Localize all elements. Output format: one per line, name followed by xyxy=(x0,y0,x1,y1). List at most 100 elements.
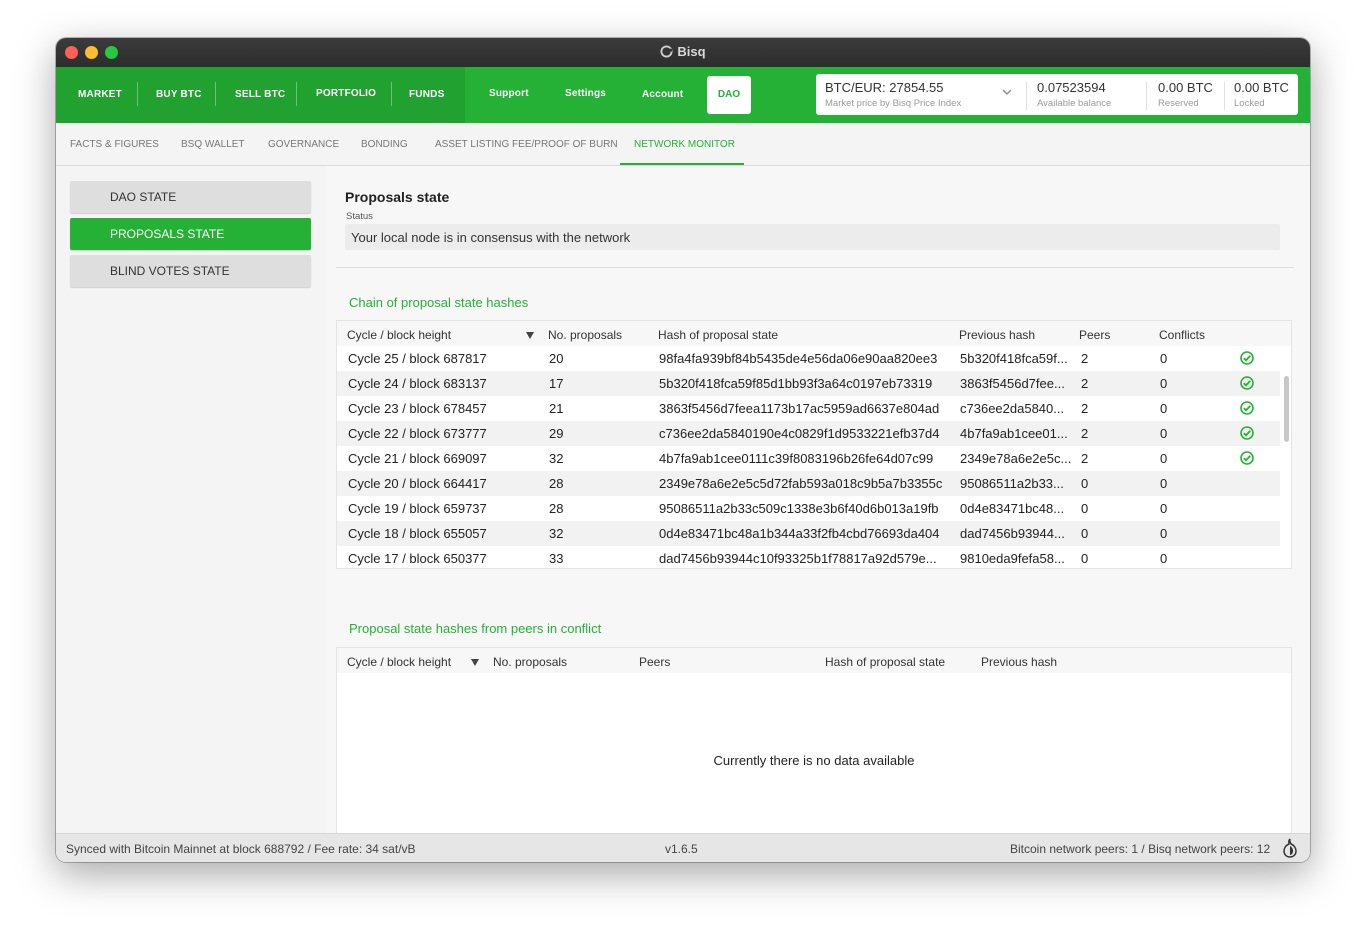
tab-network-monitor[interactable]: NETWORK MONITOR xyxy=(634,139,735,150)
nav-account[interactable]: Account xyxy=(642,89,683,100)
cell-peers: 0 xyxy=(1081,501,1089,516)
cell-previous-hash: 0d4e83471bc48... xyxy=(960,501,1065,516)
network-peers: Bitcoin network peers: 1 / Bisq network … xyxy=(1010,842,1271,856)
conflict-table: Cycle / block height No. proposals Peers… xyxy=(336,647,1292,845)
nav-settings[interactable]: Settings xyxy=(565,88,606,99)
cell-peers: 0 xyxy=(1081,551,1089,566)
sidebar-item-dao-state[interactable]: DAO STATE xyxy=(70,181,311,213)
cell-conflicts: 0 xyxy=(1160,401,1168,416)
top-navigation: MARKET BUY BTC SELL BTC PORTFOLIO FUNDS … xyxy=(56,67,1310,123)
cell-hash: 98fa4fa939bf84b5435de4e56da06e90aa820ee3 xyxy=(659,351,938,366)
market-price[interactable]: BTC/EUR: 27854.55 xyxy=(825,80,944,95)
cell-previous-hash: dad7456b93944... xyxy=(960,526,1065,541)
cell-proposals: 28 xyxy=(549,476,564,491)
consensus-check-icon xyxy=(1240,401,1254,420)
col-peers[interactable]: Peers xyxy=(1079,328,1110,342)
col-no-proposals[interactable]: No. proposals xyxy=(548,328,622,342)
sort-desc-icon[interactable] xyxy=(471,659,479,666)
cell-hash: 0d4e83471bc48a1b344a33f2fb4cbd76693da404 xyxy=(659,526,940,541)
consensus-check-icon xyxy=(1240,351,1254,370)
table-row[interactable]: Cycle 25 / block 687817 20 98fa4fa939bf84b… xyxy=(337,346,1280,371)
status-label: Status xyxy=(346,211,373,222)
nav-market[interactable]: MARKET xyxy=(78,89,122,100)
nav-dao[interactable]: DAO xyxy=(707,76,751,114)
conflict-section-title: Proposal state hashes from peers in conf… xyxy=(349,621,602,636)
window-title: Bisq xyxy=(677,44,706,59)
chain-section-title: Chain of proposal state hashes xyxy=(349,295,529,310)
nav-portfolio[interactable]: PORTFOLIO xyxy=(316,88,376,99)
conflict-table-header: Cycle / block height No. proposals Peers… xyxy=(337,648,1291,673)
chevron-down-icon[interactable] xyxy=(1002,83,1012,101)
scrollbar-thumb[interactable] xyxy=(1284,376,1289,442)
col-cycle-block-height[interactable]: Cycle / block height xyxy=(347,655,451,669)
table-row[interactable]: Cycle 21 / block 669097 32 4b7fa9ab1cee011… xyxy=(337,446,1280,471)
col-hash[interactable]: Hash of proposal state xyxy=(825,655,945,669)
col-previous-hash[interactable]: Previous hash xyxy=(981,655,1057,669)
tor-onion-icon xyxy=(1283,838,1297,862)
nav-support[interactable]: Support xyxy=(489,88,529,99)
locked-balance: 0.00 BTC xyxy=(1234,80,1289,95)
table-row[interactable]: Cycle 22 / block 673777 29 c736ee2da584019… xyxy=(337,421,1280,446)
col-hash[interactable]: Hash of proposal state xyxy=(658,328,778,342)
cell-peers: 0 xyxy=(1081,526,1089,541)
cell-hash: dad7456b93944c10f93325b1f78817a92d579e..… xyxy=(659,551,937,566)
dao-subtabs: FACTS & FIGURES BSQ WALLET GOVERNANCE BO… xyxy=(56,123,1310,166)
cell-peers: 2 xyxy=(1081,451,1089,466)
consensus-check-icon xyxy=(1240,376,1254,395)
cell-peers: 2 xyxy=(1081,401,1089,416)
col-cycle-block-height[interactable]: Cycle / block height xyxy=(347,328,451,342)
chain-table-header: Cycle / block height No. proposals Hash … xyxy=(337,321,1291,346)
cell-cycle: Cycle 17 / block 650377 xyxy=(348,551,487,566)
cell-previous-hash: 9810eda9fefa58... xyxy=(960,551,1065,566)
cell-cycle: Cycle 24 / block 683137 xyxy=(348,376,487,391)
table-row[interactable]: Cycle 20 / block 664417 28 2349e78a6e2e5c5… xyxy=(337,471,1280,496)
bisq-logo-icon xyxy=(660,45,673,61)
cell-proposals: 32 xyxy=(549,451,564,466)
tab-facts-figures[interactable]: FACTS & FIGURES xyxy=(70,139,159,150)
reserved-balance: 0.00 BTC xyxy=(1158,80,1213,95)
tab-bonding[interactable]: BONDING xyxy=(361,139,408,150)
cell-peers: 0 xyxy=(1081,476,1089,491)
sort-desc-icon[interactable] xyxy=(526,332,534,339)
cell-peers: 2 xyxy=(1081,351,1089,366)
cell-previous-hash: 3863f5456d7fee... xyxy=(960,376,1065,391)
tab-asset-listing-fee[interactable]: ASSET LISTING FEE/PROOF OF BURN xyxy=(435,139,618,150)
page-title: Proposals state xyxy=(345,189,450,205)
nav-funds[interactable]: FUNDS xyxy=(409,89,444,100)
cell-previous-hash: 2349e78a6e2e5c... xyxy=(960,451,1072,466)
cell-conflicts: 0 xyxy=(1160,376,1168,391)
table-row[interactable]: Cycle 19 / block 659737 28 95086511a2b33c5… xyxy=(337,496,1280,521)
cell-previous-hash: 4b7fa9ab1cee01... xyxy=(960,426,1068,441)
tab-governance[interactable]: GOVERNANCE xyxy=(268,139,339,150)
sidebar-item-blind-votes-state[interactable]: BLIND VOTES STATE xyxy=(70,255,311,287)
consensus-check-icon xyxy=(1240,451,1254,470)
col-conflicts[interactable]: Conflicts xyxy=(1159,328,1205,342)
tab-bsq-wallet[interactable]: BSQ WALLET xyxy=(181,139,245,150)
nav-buy-btc[interactable]: BUY BTC xyxy=(156,89,202,100)
table-scrollbar[interactable] xyxy=(1280,346,1291,568)
locked-balance-label: Locked xyxy=(1234,98,1265,109)
table-row[interactable]: Cycle 23 / block 678457 21 3863f5456d7feea… xyxy=(337,396,1280,421)
cell-previous-hash: 95086511a2b33... xyxy=(960,476,1064,491)
cell-hash: 4b7fa9ab1cee0111c39f8083196b26fe64d07c99 xyxy=(659,451,934,466)
balance-panel: BTC/EUR: 27854.55 Market price by Bisq P… xyxy=(816,74,1298,115)
col-peers[interactable]: Peers xyxy=(639,655,670,669)
cell-proposals: 17 xyxy=(549,376,564,391)
sidebar-item-proposals-state[interactable]: PROPOSALS STATE xyxy=(70,218,311,250)
reserved-balance-label: Reserved xyxy=(1158,98,1199,109)
table-row[interactable]: Cycle 24 / block 683137 17 5b320f418fca59f… xyxy=(337,371,1280,396)
nav-sell-btc[interactable]: SELL BTC xyxy=(235,89,285,100)
cell-conflicts: 0 xyxy=(1160,526,1168,541)
table-row[interactable]: Cycle 18 / block 655057 32 0d4e83471bc48a1… xyxy=(337,521,1280,546)
cell-conflicts: 0 xyxy=(1160,451,1168,466)
cell-conflicts: 0 xyxy=(1160,551,1168,566)
available-balance: 0.07523594 xyxy=(1037,80,1106,95)
consensus-check-icon xyxy=(1240,426,1254,445)
status-value: Your local node is in consensus with the… xyxy=(351,230,631,245)
cell-proposals: 29 xyxy=(549,426,564,441)
cell-conflicts: 0 xyxy=(1160,501,1168,516)
cell-proposals: 33 xyxy=(549,551,564,566)
col-no-proposals[interactable]: No. proposals xyxy=(493,655,567,669)
table-row[interactable]: Cycle 17 / block 650377 33 dad7456b93944c1… xyxy=(337,546,1280,571)
col-previous-hash[interactable]: Previous hash xyxy=(959,328,1035,342)
